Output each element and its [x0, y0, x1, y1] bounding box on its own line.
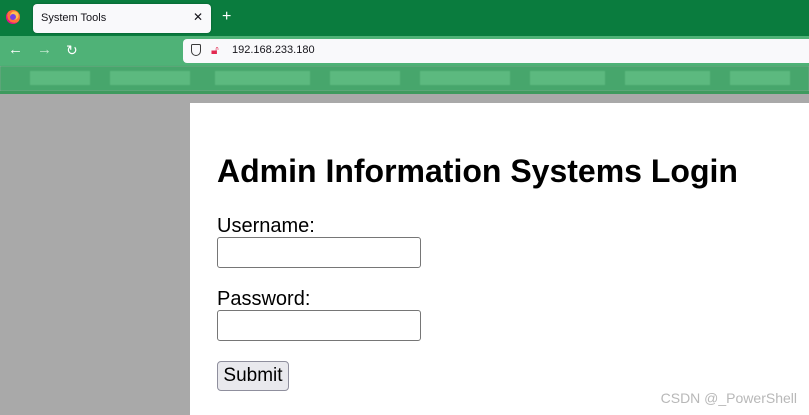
- tab-title: System Tools: [41, 12, 107, 24]
- tab-system-tools[interactable]: System Tools ✕: [33, 4, 211, 33]
- browser-window: System Tools ✕ + ← → ↻ 🔓︎ 192.168.233.18…: [0, 0, 809, 415]
- url-bar[interactable]: 🔓︎ 192.168.233.180: [183, 39, 809, 63]
- bookmarks-bar-blurred: [0, 66, 809, 91]
- forward-arrow-icon[interactable]: →: [37, 42, 52, 58]
- username-label: Username:: [217, 215, 315, 237]
- close-icon[interactable]: ✕: [193, 10, 203, 24]
- bookmark-item[interactable]: [420, 71, 510, 85]
- username-input[interactable]: [217, 237, 421, 268]
- bookmark-item[interactable]: [625, 71, 710, 85]
- watermark: CSDN @_PowerShell: [660, 390, 797, 406]
- reload-icon[interactable]: ↻: [66, 42, 78, 58]
- back-arrow-icon[interactable]: ←: [8, 42, 23, 58]
- bookmark-item[interactable]: [110, 71, 190, 85]
- lock-insecure-icon[interactable]: 🔓︎: [211, 43, 219, 57]
- url-text[interactable]: 192.168.233.180: [232, 44, 315, 56]
- page-title: Admin Information Systems Login: [217, 153, 738, 189]
- firefox-logo-icon: [6, 10, 20, 24]
- tab-strip: System Tools ✕ +: [0, 0, 809, 36]
- submit-button[interactable]: Submit: [217, 361, 289, 391]
- shield-icon[interactable]: [191, 44, 201, 56]
- bookmark-item[interactable]: [730, 71, 790, 85]
- password-input[interactable]: [217, 310, 421, 341]
- new-tab-plus-icon[interactable]: +: [222, 8, 231, 26]
- password-label: Password:: [217, 288, 311, 310]
- bookmark-item[interactable]: [530, 71, 605, 85]
- bookmark-item[interactable]: [330, 71, 400, 85]
- login-page: Admin Information Systems Login Username…: [190, 103, 809, 415]
- navigation-bar: ← → ↻ 🔓︎ 192.168.233.180: [0, 36, 809, 66]
- bookmark-item[interactable]: [30, 71, 90, 85]
- toolbar-divider: [0, 91, 809, 94]
- bookmark-item[interactable]: [215, 71, 310, 85]
